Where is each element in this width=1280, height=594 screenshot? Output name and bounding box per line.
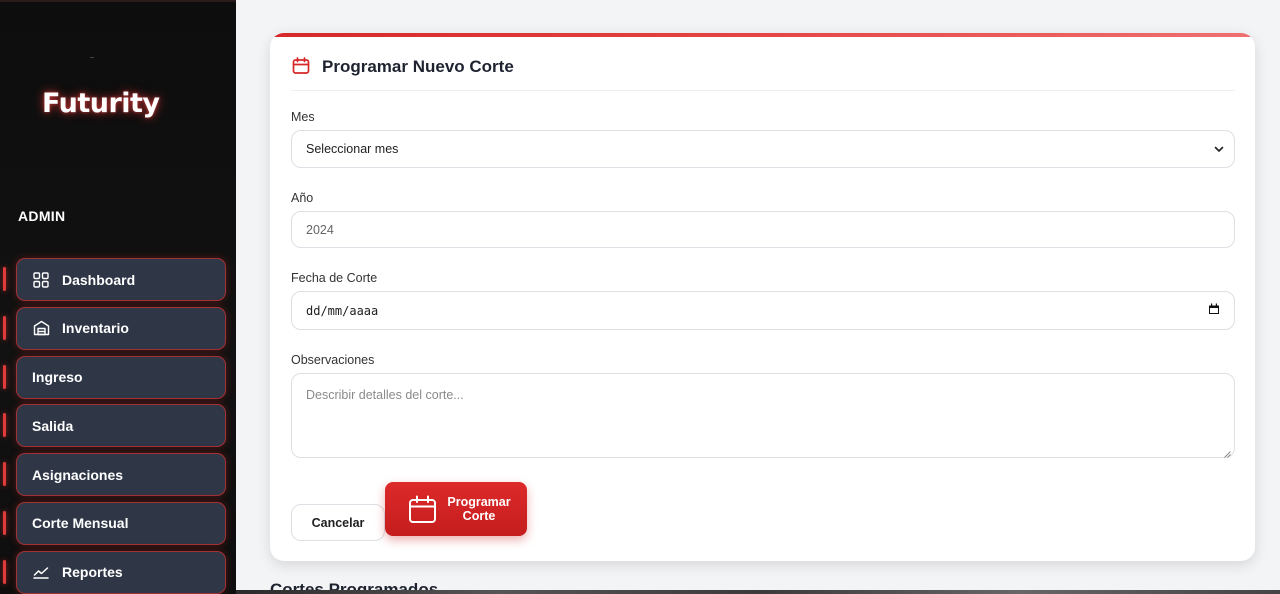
active-marker (3, 364, 6, 389)
active-marker (3, 510, 6, 535)
sidebar-item-asignaciones[interactable]: Asignaciones (0, 453, 236, 497)
programar-corte-label: Programar Corte (447, 495, 511, 523)
active-marker (3, 413, 6, 438)
active-marker (3, 267, 6, 291)
observaciones-placeholder: Describir detalles del corte... (306, 388, 464, 402)
sidebar: Futurity ADMIN Dashboard Inventario Ingr… (0, 0, 236, 594)
fecha-value: dd/mm/aaaa (306, 303, 379, 318)
calendar-icon (407, 494, 438, 525)
decorative-dot (90, 57, 94, 58)
observaciones-label: Observaciones (291, 353, 375, 367)
sidebar-item-label: Reportes (62, 564, 123, 581)
cancel-button-label: Cancelar (311, 515, 365, 530)
main-content: Programar Nuevo Corte Mes Seleccionar me… (236, 0, 1280, 594)
new-cut-form-card: Programar Nuevo Corte Mes Seleccionar me… (270, 33, 1255, 561)
bottom-strip (236, 590, 1280, 594)
sidebar-item-label: Asignaciones (32, 466, 124, 483)
sidebar-nav: Dashboard Inventario Ingreso Salida Asig… (0, 258, 236, 594)
app-logo[interactable]: Futurity (42, 88, 160, 119)
chevron-down-icon (1214, 142, 1224, 156)
card-header: Programar Nuevo Corte (291, 55, 1235, 91)
sidebar-item-inventario[interactable]: Inventario (0, 306, 236, 350)
sidebar-item-ingreso[interactable]: Ingreso (0, 355, 236, 399)
sidebar-item-label: Ingreso (32, 369, 83, 386)
anio-value: 2024 (306, 222, 334, 237)
sidebar-item-label: Dashboard (62, 271, 136, 288)
mes-select[interactable]: Seleccionar mes (291, 130, 1235, 168)
warehouse-icon (32, 319, 50, 337)
active-marker (3, 559, 6, 584)
chart-line-icon (32, 563, 50, 581)
cancel-button[interactable]: Cancelar (291, 504, 385, 541)
form-title: Programar Nuevo Corte (322, 57, 514, 76)
inventario-button[interactable]: Inventario (16, 306, 226, 350)
role-label: ADMIN (18, 208, 66, 224)
card-accent-bar (270, 33, 1255, 37)
ingreso-button[interactable]: Ingreso (16, 355, 226, 399)
dashboard-button[interactable]: Dashboard (16, 258, 226, 301)
sidebar-item-salida[interactable]: Salida (0, 404, 236, 448)
reportes-button[interactable]: Reportes (16, 550, 226, 594)
anio-input[interactable]: 2024 (291, 211, 1235, 248)
active-marker (3, 315, 6, 340)
salida-button[interactable]: Salida (16, 404, 226, 448)
active-marker (3, 462, 6, 487)
fecha-label: Fecha de Corte (291, 271, 378, 285)
sidebar-item-reportes[interactable]: Reportes (0, 550, 236, 594)
calendar-picker-icon[interactable] (1208, 303, 1220, 318)
calendar-icon (291, 56, 311, 76)
anio-label: Año (291, 191, 314, 205)
asignaciones-button[interactable]: Asignaciones (16, 453, 226, 497)
sidebar-item-label: Corte Mensual (32, 515, 129, 532)
mes-select-value: Seleccionar mes (306, 142, 399, 156)
programar-corte-button[interactable]: Programar Corte (385, 482, 527, 536)
sidebar-item-corte-mensual[interactable]: Corte Mensual (0, 501, 236, 545)
resize-handle-icon[interactable] (1224, 447, 1231, 458)
corte-mensual-button[interactable]: Corte Mensual (16, 501, 226, 545)
fecha-corte-input[interactable]: dd/mm/aaaa (291, 291, 1235, 330)
grid-icon (32, 271, 50, 289)
mes-label: Mes (291, 110, 315, 124)
sidebar-item-dashboard[interactable]: Dashboard (0, 258, 236, 301)
observaciones-textarea[interactable]: Describir detalles del corte... (291, 373, 1235, 458)
sidebar-item-label: Inventario (62, 320, 129, 337)
sidebar-item-label: Salida (32, 417, 74, 434)
